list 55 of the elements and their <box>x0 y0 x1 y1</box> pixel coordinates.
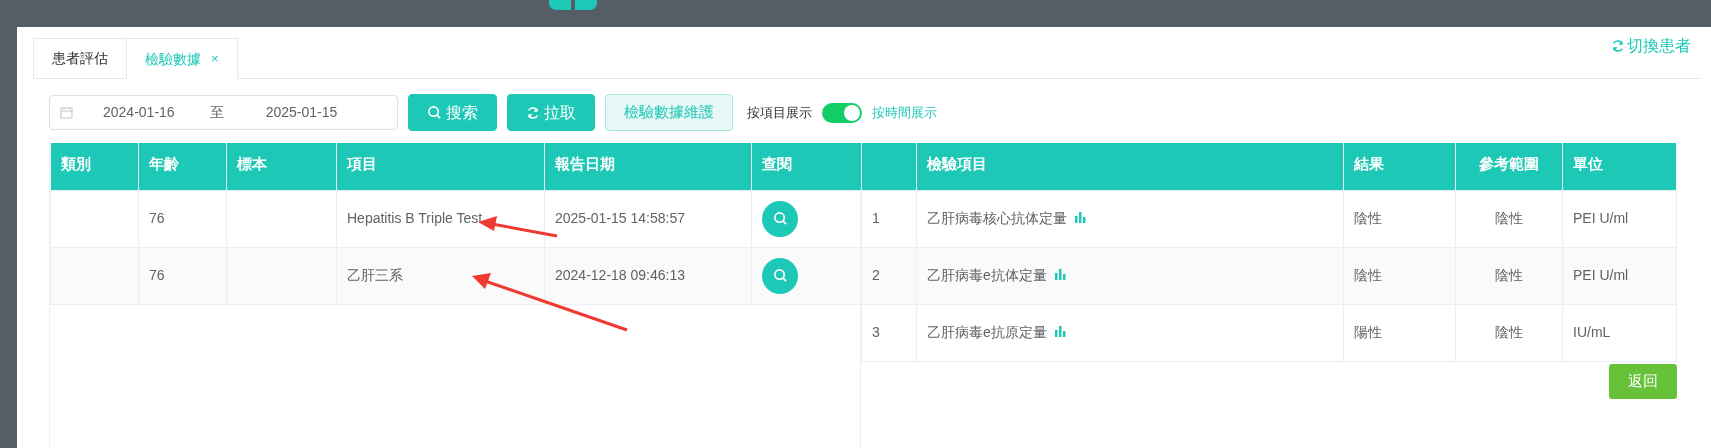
table-cell: 乙肝病毒e抗原定量 <box>927 324 1047 340</box>
back-button[interactable]: 返回 <box>1609 363 1677 399</box>
pull-button[interactable]: 拉取 <box>507 94 595 131</box>
table-cell: Hepatitis B Triple Test <box>347 210 483 226</box>
search-button[interactable]: 搜索 <box>408 94 497 131</box>
refresh-icon <box>526 105 540 120</box>
maintain-button[interactable]: 檢驗數據維護 <box>605 94 733 131</box>
calendar-icon <box>60 106 73 119</box>
switch-patient-link[interactable]: 切換患者 <box>1611 34 1691 58</box>
date-range-field[interactable]: 2024-01-16 至 2025-01-15 <box>49 95 398 130</box>
toggle-switch[interactable] <box>822 102 862 123</box>
table-cell: PEI U/ml <box>1573 210 1629 226</box>
column-header: 標本 <box>226 143 337 190</box>
logo-icon <box>549 0 597 10</box>
column-header: 單位 <box>1562 143 1677 190</box>
switch-label: 按項目展示 <box>747 103 812 122</box>
table-cell: 陰性 <box>1495 324 1523 340</box>
tab[interactable]: 檢驗數據 × <box>127 38 238 79</box>
table-cell: 陰性 <box>1495 210 1523 226</box>
column-header: 年齡 <box>138 143 227 190</box>
column-header: 參考範圍 <box>1455 143 1563 190</box>
bar-chart-icon[interactable] <box>1054 269 1066 280</box>
table-cell: 乙肝病毒核心抗体定量 <box>927 210 1067 226</box>
table-cell: 陰性 <box>1495 267 1523 283</box>
table-cell: PEI U/ml <box>1573 267 1629 283</box>
column-header: 類別 <box>50 143 139 190</box>
search-icon <box>427 105 442 120</box>
search-icon <box>772 268 788 283</box>
table-cell: 乙肝三系 <box>347 267 403 283</box>
search-icon <box>772 211 788 226</box>
column-header: 報告日期 <box>544 143 752 190</box>
table-cell: 3 <box>872 324 880 340</box>
refresh-icon <box>1611 39 1625 53</box>
column-header: 查閱 <box>751 143 862 190</box>
table-cell: 陰性 <box>1354 210 1382 226</box>
table-cell: 76 <box>149 210 165 226</box>
column-header: 項目 <box>336 143 545 190</box>
table-cell: 76 <box>149 267 165 283</box>
table-cell: 1 <box>872 210 880 226</box>
bar-chart-icon[interactable] <box>1075 212 1086 223</box>
column-header: 結果 <box>1343 143 1456 190</box>
table-cell: 2025-01-15 14:58:57 <box>555 210 685 226</box>
view-button[interactable] <box>762 200 798 237</box>
table-cell: 2024-12-18 09:46:13 <box>555 267 685 283</box>
table-cell: IU/mL <box>1573 324 1611 340</box>
table-cell: 陰性 <box>1354 267 1382 283</box>
column-header: 檢驗項目 <box>916 143 1344 190</box>
switch-label: 按時間展示 <box>872 103 937 122</box>
table-cell: 陽性 <box>1354 324 1382 340</box>
table-cell: 2 <box>872 267 880 283</box>
tab[interactable]: 患者評估 <box>33 38 127 78</box>
view-button[interactable] <box>762 257 798 294</box>
table-cell: 乙肝病毒e抗体定量 <box>927 267 1047 283</box>
close-icon[interactable]: × <box>211 49 219 69</box>
bar-chart-icon[interactable] <box>1054 326 1066 337</box>
